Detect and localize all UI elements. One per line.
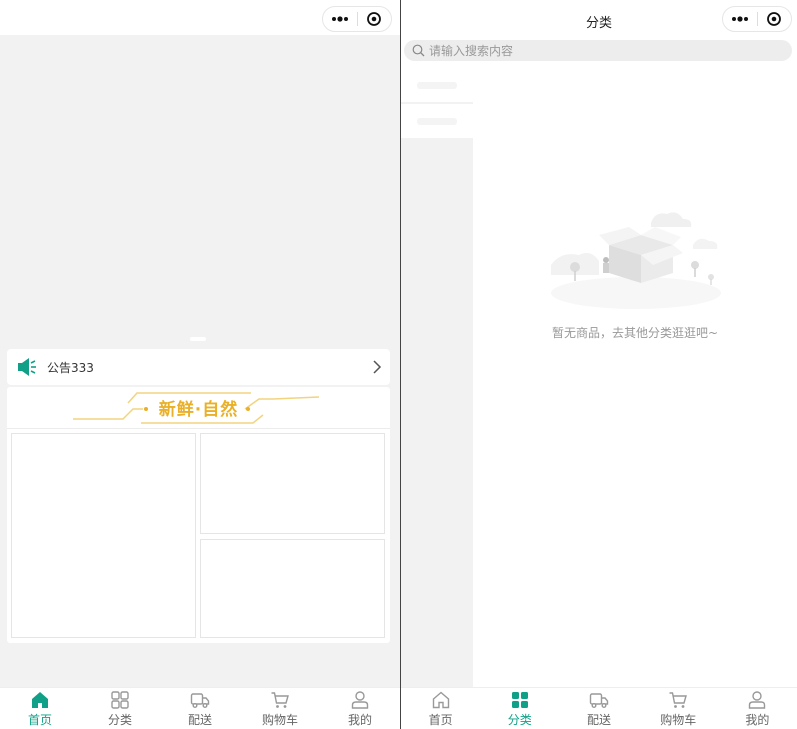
tab-mine[interactable]: 我的 [320, 688, 400, 729]
category-item[interactable] [401, 68, 473, 102]
close-mini-program-button[interactable] [358, 7, 391, 31]
tab-label: 购物车 [261, 713, 298, 727]
notice-text: 公告333 [47, 360, 94, 375]
cart-icon [669, 692, 688, 708]
more-dots-icon [332, 16, 348, 22]
tab-delivery[interactable]: 配送 [160, 688, 240, 729]
promo-section: 新鲜·自然 [7, 387, 390, 643]
notice-bar[interactable]: 公告333 [7, 349, 390, 385]
more-dots-icon [732, 16, 748, 22]
tab-bar: 首页 分类 配送 购物车 我的 [0, 687, 400, 729]
tab-category[interactable]: 分类 [480, 688, 559, 729]
promo-item-top-right[interactable] [200, 433, 385, 534]
promo-item-bottom-right[interactable] [200, 539, 385, 638]
tab-home[interactable]: 首页 [401, 688, 480, 729]
promo-item-large[interactable] [11, 433, 196, 638]
search-icon [412, 44, 425, 57]
tab-label: 配送 [187, 713, 212, 727]
user-icon [749, 691, 766, 709]
user-icon [351, 691, 369, 709]
search-input[interactable] [429, 43, 769, 58]
tab-delivery[interactable]: 配送 [559, 688, 638, 729]
search-bar[interactable] [404, 40, 792, 61]
tab-label: 分类 [107, 713, 132, 727]
empty-state-text: 暂无商品，去其他分类逛逛吧~ [551, 326, 719, 340]
capsule-menu [722, 6, 792, 32]
tab-label: 首页 [428, 713, 453, 727]
chevron-right-icon [373, 360, 382, 374]
category-item[interactable] [401, 104, 473, 138]
target-icon [767, 12, 782, 26]
tab-category[interactable]: 分类 [80, 688, 160, 729]
category-icon [111, 691, 129, 709]
tab-label: 首页 [27, 713, 52, 727]
tab-label: 我的 [347, 713, 372, 727]
category-sidebar [401, 68, 473, 688]
home-icon [432, 691, 449, 709]
tab-cart[interactable]: 购物车 [240, 688, 320, 729]
target-icon [367, 12, 382, 26]
tab-label: 购物车 [660, 713, 697, 727]
nav-bar: 分类 [401, 0, 797, 40]
cart-icon [271, 692, 289, 708]
home-page: 公告333 新鲜·自然 首页 分类 配送 购物车 我的 [0, 0, 400, 729]
more-menu-button[interactable] [723, 7, 757, 31]
tab-home[interactable]: 首页 [0, 688, 80, 729]
empty-box-illustration [551, 212, 721, 309]
tab-label: 分类 [507, 713, 532, 727]
capsule-menu [322, 6, 392, 32]
tab-label: 我的 [745, 713, 770, 727]
home-icon [32, 692, 48, 708]
nav-bar [0, 0, 400, 35]
banner-swiper[interactable] [0, 35, 400, 348]
tab-mine[interactable]: 我的 [718, 688, 797, 729]
truck-icon [589, 693, 609, 708]
tab-bar: 首页 分类 配送 购物车 我的 [401, 687, 797, 729]
tab-label: 配送 [587, 713, 612, 727]
promo-title: 新鲜·自然 [158, 400, 239, 420]
category-item-placeholder [417, 118, 457, 125]
truck-icon [190, 693, 210, 708]
close-mini-program-button[interactable] [758, 7, 791, 31]
category-item-placeholder [417, 82, 457, 89]
category-page: 分类 请输入搜索内容 暂无商品，去其他分类逛逛吧~ 首页 分类 配送 购物车 我… [401, 0, 797, 729]
category-icon [511, 692, 528, 708]
promo-divider [7, 428, 390, 429]
swiper-indicator [190, 337, 206, 341]
more-menu-button[interactable] [323, 7, 357, 31]
speaker-icon [18, 358, 36, 376]
tab-cart[interactable]: 购物车 [639, 688, 718, 729]
